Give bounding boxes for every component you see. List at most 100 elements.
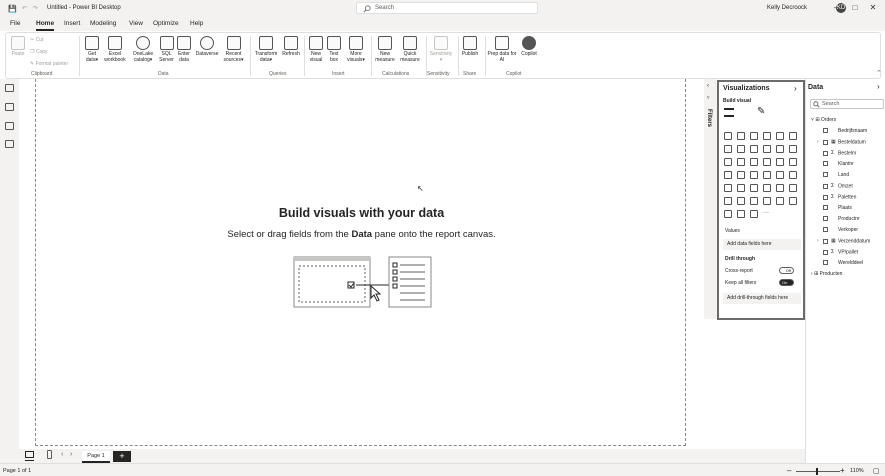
field-checkbox[interactable] bbox=[823, 238, 828, 244]
sensitivity-button[interactable]: Sensitivity ▾ bbox=[427, 36, 455, 63]
tab-help[interactable]: Help bbox=[190, 20, 203, 27]
title-search-input[interactable]: Search bbox=[356, 2, 538, 14]
visual-type-icon[interactable] bbox=[737, 132, 745, 140]
visual-type-icon[interactable] bbox=[737, 210, 745, 218]
field-item[interactable]: Plaats bbox=[823, 204, 852, 212]
visual-type-icon[interactable] bbox=[789, 197, 797, 205]
filters-pane[interactable]: ‹ ▿ Filters bbox=[704, 79, 717, 319]
refresh-button[interactable]: Refresh bbox=[280, 36, 302, 58]
tab-insert[interactable]: Insert bbox=[64, 20, 80, 27]
visual-type-icon[interactable] bbox=[750, 197, 758, 205]
undo-icon[interactable]: ↶ bbox=[22, 5, 27, 12]
model-view-icon[interactable] bbox=[5, 122, 14, 130]
visual-type-icon[interactable] bbox=[763, 145, 771, 153]
save-icon[interactable]: 💾 bbox=[8, 5, 17, 13]
copy-button[interactable]: ❐ Copy bbox=[30, 49, 48, 55]
visual-type-icon[interactable] bbox=[776, 132, 784, 140]
visual-type-icon[interactable] bbox=[763, 197, 771, 205]
visual-type-icon[interactable] bbox=[737, 197, 745, 205]
field-item[interactable]: › ▦ Verzenddatum bbox=[817, 237, 870, 245]
fit-to-page-icon[interactable]: ▢ bbox=[873, 467, 880, 475]
dataverse-button[interactable]: Dataverse bbox=[193, 36, 221, 58]
field-item[interactable]: Land bbox=[823, 171, 849, 179]
field-item[interactable]: Klantnr bbox=[823, 160, 854, 168]
copilot-button[interactable]: Copilot bbox=[518, 36, 540, 58]
visual-type-icon[interactable] bbox=[737, 184, 745, 192]
cross-report-toggle[interactable]: Off bbox=[779, 267, 794, 274]
field-item[interactable]: Bedrijfsnaam bbox=[823, 127, 867, 135]
visual-type-icon[interactable] bbox=[763, 158, 771, 166]
minimize-icon[interactable]: – bbox=[830, 3, 842, 13]
field-item[interactable]: Σ Paletten bbox=[823, 193, 856, 201]
visual-type-icon[interactable] bbox=[750, 145, 758, 153]
visual-type-icon[interactable] bbox=[763, 132, 771, 140]
field-item[interactable]: Verkoper bbox=[823, 226, 858, 234]
field-item[interactable]: Productnr bbox=[823, 215, 860, 223]
format-painter-button[interactable]: ✎ Format painter bbox=[30, 61, 68, 67]
cut-button[interactable]: ✂ Cut bbox=[30, 37, 43, 43]
field-item[interactable]: Σ VP/pallet bbox=[823, 248, 858, 256]
expand-left-icon[interactable]: ‹ bbox=[707, 83, 709, 89]
field-checkbox[interactable] bbox=[823, 150, 828, 156]
excel-workbook-button[interactable]: Excel workbook bbox=[104, 36, 126, 63]
visual-type-icon[interactable] bbox=[789, 132, 797, 140]
visual-type-icon[interactable] bbox=[776, 145, 784, 153]
collapse-right-icon[interactable]: › bbox=[877, 82, 880, 91]
visual-type-icon[interactable] bbox=[750, 210, 758, 218]
text-box-button[interactable]: Text box bbox=[326, 36, 342, 63]
tab-optimize[interactable]: Optimize bbox=[153, 20, 179, 27]
sql-server-button[interactable]: SQL Server bbox=[158, 36, 175, 63]
new-measure-button[interactable]: New measure bbox=[373, 36, 397, 63]
visual-type-icon[interactable] bbox=[776, 158, 784, 166]
tab-view[interactable]: View bbox=[129, 20, 143, 27]
table-node[interactable]: ˅ ⊞ Orders bbox=[811, 116, 836, 124]
ribbon-collapse-icon[interactable]: ⌃ bbox=[876, 69, 882, 77]
mobile-layout-icon[interactable] bbox=[47, 450, 52, 459]
field-checkbox[interactable] bbox=[823, 216, 828, 222]
chevron-right-icon[interactable]: › bbox=[817, 138, 819, 146]
visual-type-icon[interactable] bbox=[776, 171, 784, 179]
visual-type-icon[interactable] bbox=[724, 145, 732, 153]
tab-page-1[interactable]: Page 1 bbox=[82, 451, 110, 463]
visual-type-icon[interactable] bbox=[724, 197, 732, 205]
tab-home[interactable]: Home bbox=[36, 20, 54, 27]
visual-type-icon[interactable] bbox=[789, 171, 797, 179]
paste-button[interactable]: Paste bbox=[9, 36, 27, 58]
visual-type-icon[interactable] bbox=[724, 210, 732, 218]
format-visual-tab-icon[interactable]: ✎ bbox=[757, 106, 765, 117]
visual-type-icon[interactable] bbox=[763, 171, 771, 179]
visual-type-icon[interactable] bbox=[776, 184, 784, 192]
collapse-right-icon[interactable]: › bbox=[794, 84, 797, 93]
visual-type-icon[interactable] bbox=[750, 132, 758, 140]
zoom-in-icon[interactable]: + bbox=[840, 466, 845, 475]
new-visual-button[interactable]: New visual bbox=[307, 36, 325, 63]
visual-type-icon[interactable]: ··· bbox=[763, 210, 771, 218]
table-view-icon[interactable] bbox=[5, 103, 14, 111]
field-checkbox[interactable] bbox=[823, 172, 828, 178]
next-page-icon[interactable]: › bbox=[70, 451, 72, 458]
visual-type-icon[interactable] bbox=[724, 184, 732, 192]
get-data-button[interactable]: Get data▾ bbox=[82, 36, 102, 63]
field-item[interactable]: Werelddeel bbox=[823, 259, 863, 267]
field-item[interactable]: Σ Omzet bbox=[823, 182, 853, 190]
field-item[interactable]: Σ Bestelnr bbox=[823, 149, 856, 157]
keep-all-filters-toggle[interactable]: On bbox=[779, 279, 794, 286]
chevron-right-icon[interactable]: › bbox=[817, 237, 819, 245]
report-canvas[interactable]: Build visuals with your data Select or d… bbox=[35, 79, 686, 446]
add-page-button[interactable]: + bbox=[113, 451, 131, 462]
field-checkbox[interactable] bbox=[823, 161, 828, 167]
menu-file[interactable]: File bbox=[10, 20, 20, 27]
maximize-icon[interactable]: □ bbox=[849, 3, 861, 13]
visual-type-icon[interactable] bbox=[763, 184, 771, 192]
tab-modeling[interactable]: Modeling bbox=[90, 20, 116, 27]
visual-type-icon[interactable] bbox=[750, 171, 758, 179]
table-node[interactable]: › ⊞ Producten bbox=[811, 270, 842, 278]
data-search-input[interactable]: Search bbox=[810, 99, 884, 109]
recent-sources-button[interactable]: Recent sources▾ bbox=[221, 36, 246, 63]
prep-data-ai-button[interactable]: Prep data for AI bbox=[487, 36, 517, 63]
dax-query-view-icon[interactable] bbox=[5, 140, 14, 148]
visual-type-icon[interactable] bbox=[737, 145, 745, 153]
transform-data-button[interactable]: Transform data▾ bbox=[252, 36, 280, 63]
field-checkbox[interactable] bbox=[823, 205, 828, 211]
zoom-slider[interactable] bbox=[796, 471, 840, 472]
